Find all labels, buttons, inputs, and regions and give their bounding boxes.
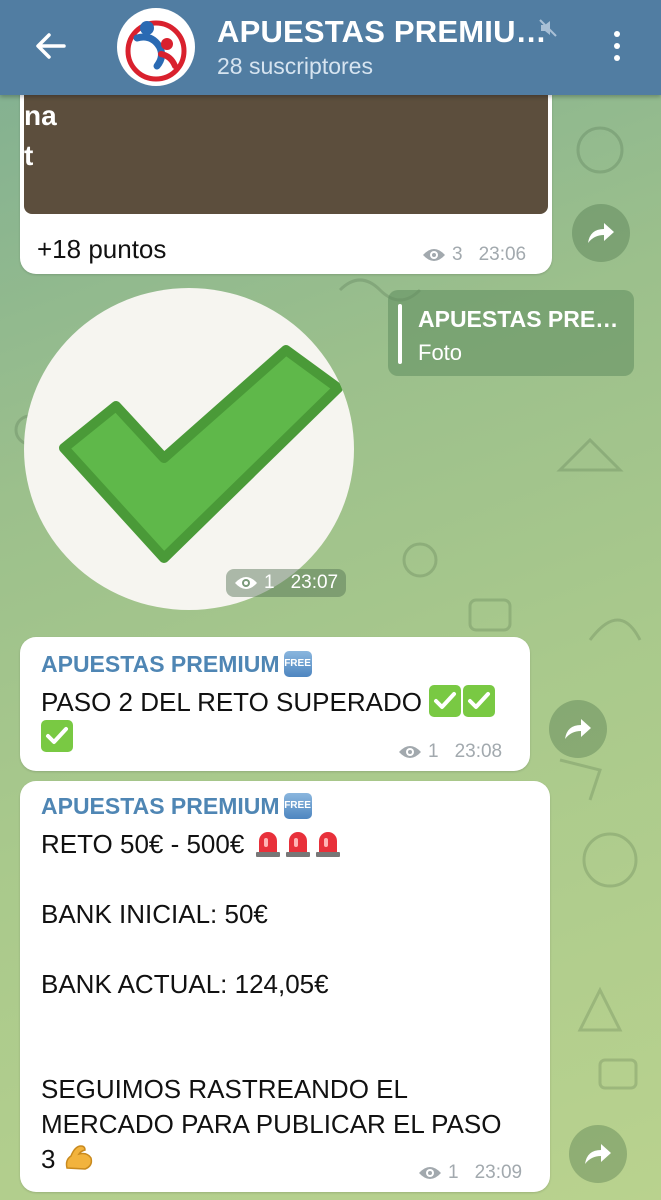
reply-preview[interactable]: APUESTAS PRE… Foto (388, 290, 634, 376)
eye-icon (419, 1167, 441, 1179)
view-count: 1 (448, 1162, 459, 1183)
subscriber-count: 28 suscriptores (217, 53, 373, 79)
checkmark-image (59, 345, 343, 563)
eye-icon (423, 249, 445, 261)
view-count: 1 (428, 741, 439, 762)
view-count: 1 (264, 572, 275, 593)
reply-subtitle: Foto (418, 340, 463, 365)
share-arrow-icon (565, 719, 591, 739)
back-button[interactable] (22, 22, 78, 70)
eye-icon (399, 746, 421, 758)
share-button[interactable] (569, 1125, 627, 1183)
text-line: RETO 50€ - 500€ (41, 829, 245, 859)
reply-bar (398, 304, 402, 364)
chat-header: APUESTAS PREMIU… 28 suscriptores (0, 0, 661, 95)
share-arrow-icon (588, 223, 614, 243)
text-line: PASO 2 DEL RETO SUPERADO (41, 687, 422, 717)
text-line: SEGUIMOS RASTREANDO EL (41, 1074, 408, 1104)
free-badge: FREE (283, 650, 312, 677)
message-text: +18 puntos (37, 234, 167, 264)
sender-name: APUESTAS PREMIUM FREE (41, 650, 312, 679)
check-emoji-icon (463, 685, 496, 718)
share-arrow-icon (585, 1144, 611, 1164)
photo-text-line: t (24, 140, 34, 171)
text-line: MERCADO PARA PUBLICAR EL PASO (41, 1109, 502, 1139)
reply-title: APUESTAS PRE… (418, 306, 619, 332)
message-meta: 1 23:08 (398, 741, 502, 763)
message-text: RETO 50€ - 500€ BANK INICIAL: 50€ BANK A… (41, 827, 541, 1177)
view-count: 3 (452, 244, 463, 265)
siren-emoji-icon (284, 828, 312, 858)
free-badge: FREE (283, 792, 312, 819)
message-time: 23:07 (290, 572, 339, 593)
sender-label: APUESTAS PREMIUM (41, 651, 280, 677)
channel-logo (119, 10, 193, 84)
channel-avatar[interactable] (117, 8, 195, 86)
check-emoji-icon (41, 720, 73, 753)
message-time: 23:09 (474, 1162, 523, 1183)
arrow-left-icon (36, 33, 66, 59)
message-meta: 1 23:07 (226, 569, 347, 597)
message-meta: 1 23:09 (418, 1162, 522, 1184)
more-vertical-icon[interactable] (600, 22, 634, 70)
text-line: BANK ACTUAL: 124,05€ (41, 969, 329, 999)
photo-text-line: na (24, 100, 57, 131)
message-time: 23:06 (478, 244, 527, 265)
check-emoji-icon (429, 685, 462, 718)
text-line: BANK INICIAL: 50€ (41, 899, 268, 929)
channel-title[interactable]: APUESTAS PREMIU… (217, 14, 547, 50)
siren-emoji-icon (314, 828, 342, 858)
share-button[interactable] (572, 204, 630, 262)
siren-emoji-icon (254, 828, 282, 858)
text-line: 3 (41, 1144, 56, 1174)
eye-icon (235, 577, 257, 589)
sticker-message[interactable] (24, 288, 354, 610)
muted-speaker-icon (538, 18, 558, 43)
sender-name: APUESTAS PREMIUM FREE (41, 792, 312, 821)
message-meta: 3 23:06 (422, 244, 526, 266)
share-button[interactable] (549, 700, 607, 758)
message-time: 23:08 (454, 741, 503, 762)
message-bubble[interactable]: APUESTAS PREMIUM FREE RETO 50€ - 500€ BAN… (20, 781, 550, 1192)
message-bubble[interactable]: APUESTAS PREMIUM FREE PASO 2 DEL RETO SUP… (20, 637, 530, 771)
flexed-biceps-emoji-icon (63, 1142, 95, 1172)
sender-label: APUESTAS PREMIUM (41, 793, 280, 819)
